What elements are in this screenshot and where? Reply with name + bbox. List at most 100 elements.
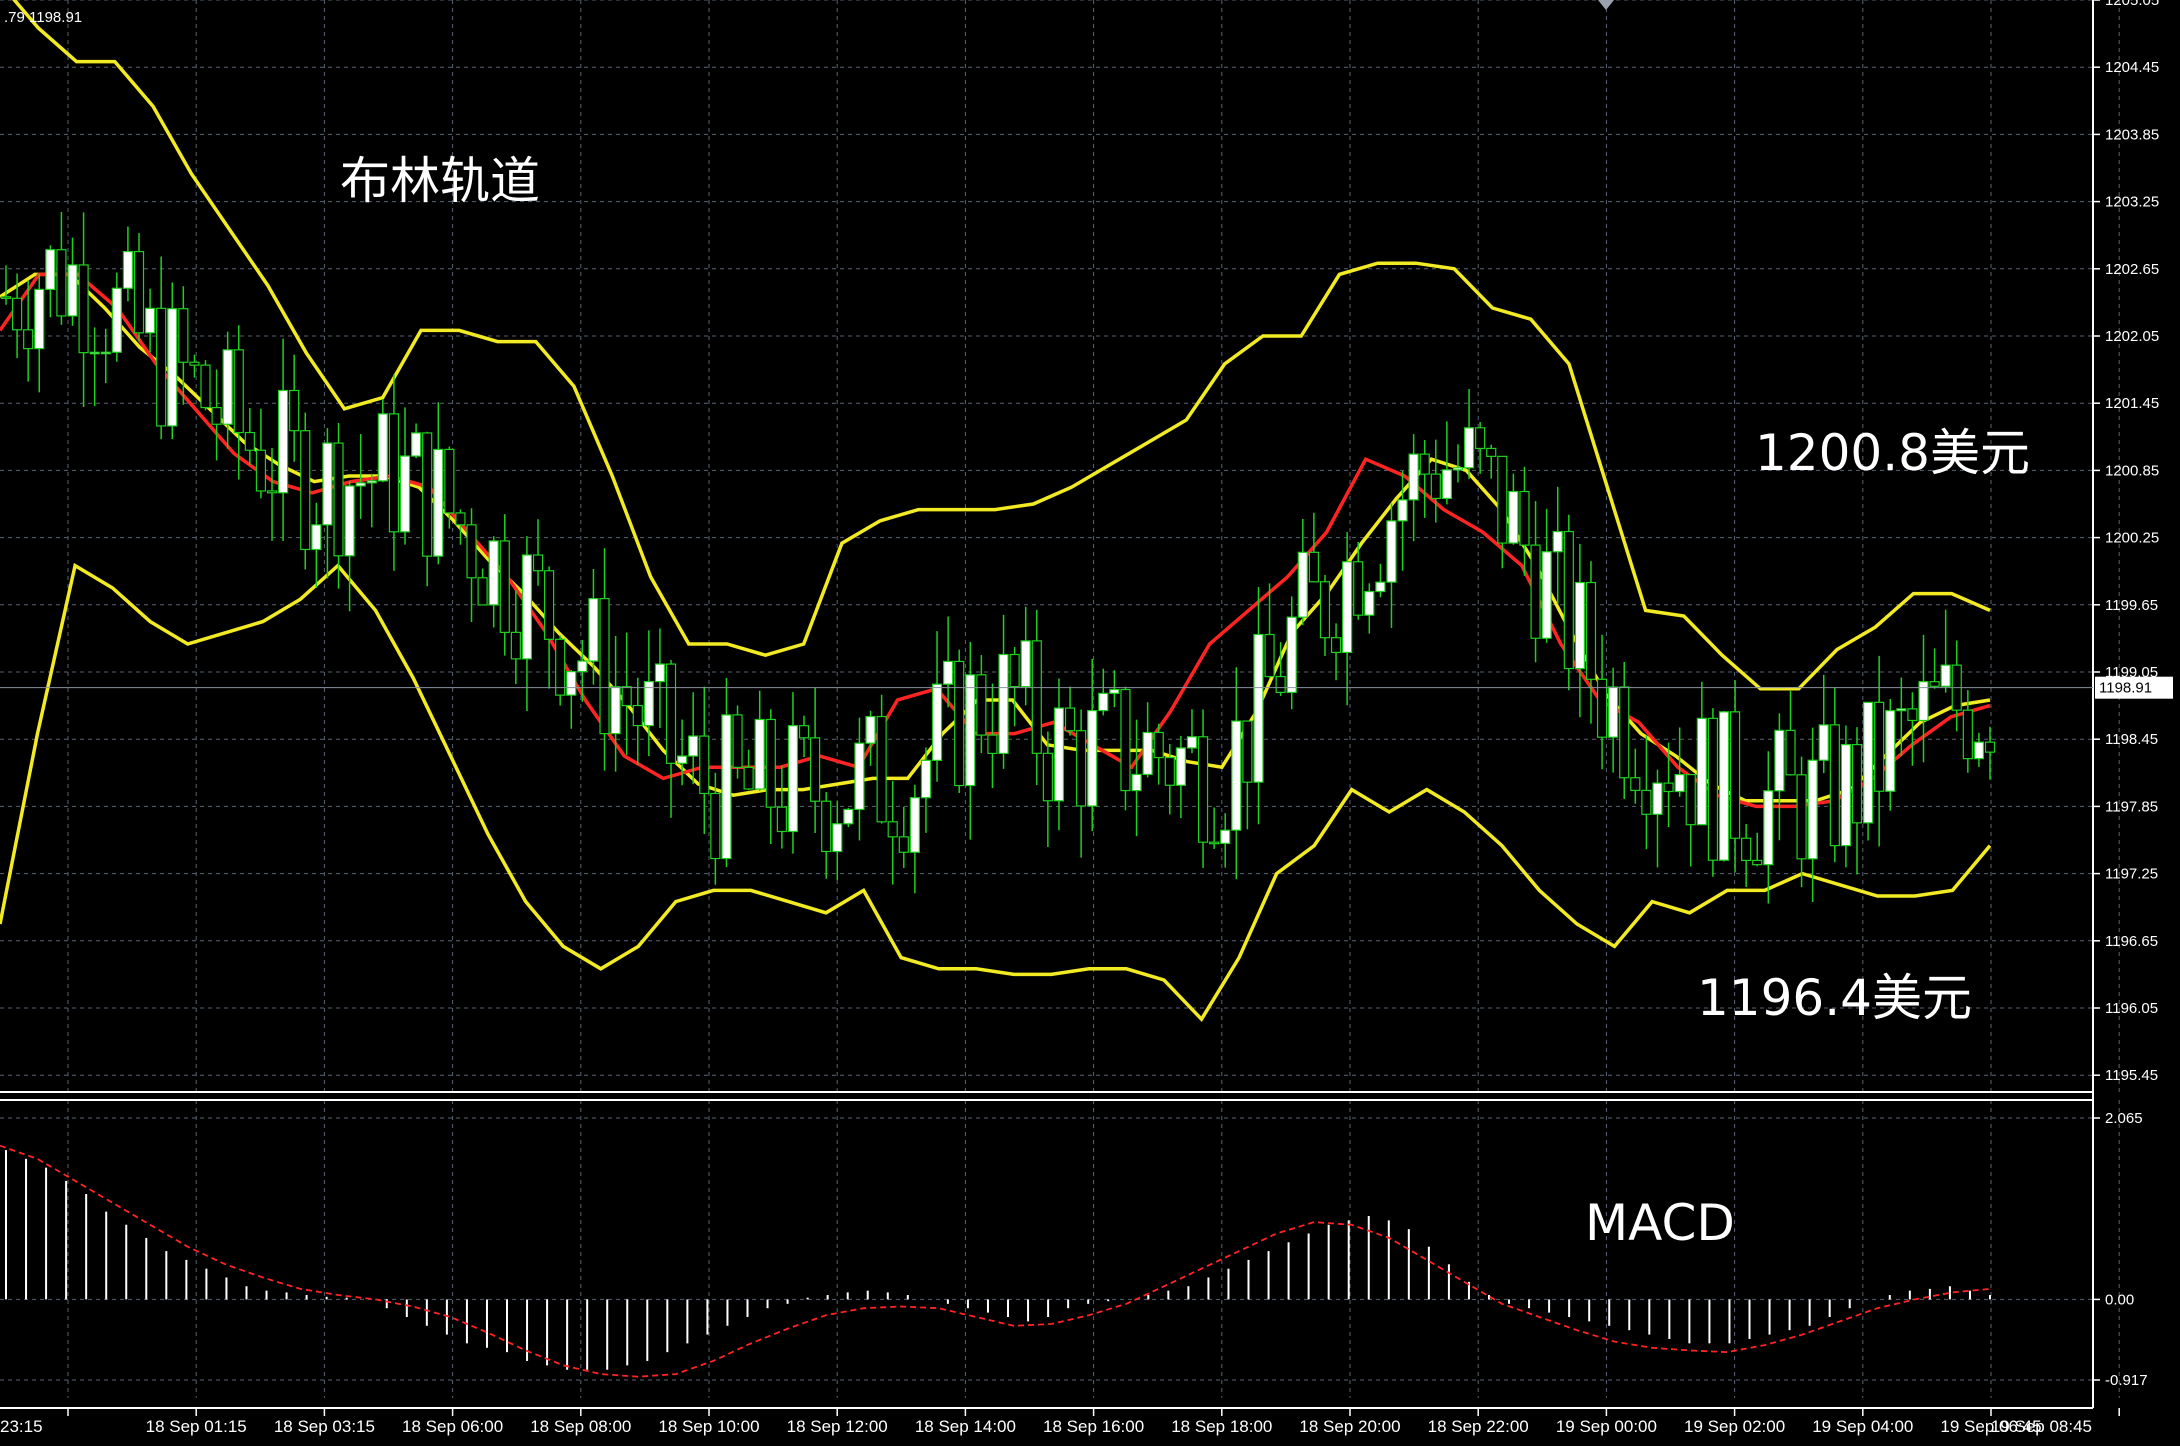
candle-body bbox=[532, 554, 544, 572]
candle-body bbox=[1076, 730, 1087, 807]
candle-body bbox=[1885, 710, 1896, 792]
candle-body bbox=[521, 554, 533, 660]
candle-body bbox=[743, 766, 754, 790]
candle-body bbox=[1087, 709, 1098, 807]
time-label: 19 Sep 02:00 bbox=[1684, 1417, 1785, 1436]
candle-body bbox=[1962, 709, 1973, 760]
candle-body bbox=[1308, 551, 1319, 583]
time-label: 18 Sep 22:00 bbox=[1428, 1417, 1529, 1436]
candle-body bbox=[965, 674, 976, 787]
candle-body bbox=[1984, 741, 1996, 753]
candle-body bbox=[1031, 640, 1042, 754]
candle-body bbox=[1674, 773, 1685, 793]
candle-body bbox=[1530, 544, 1541, 639]
candle-body bbox=[1098, 692, 1109, 712]
candle-body bbox=[1375, 581, 1386, 593]
candle-body bbox=[1497, 455, 1508, 544]
price-label: 1201.45 bbox=[2105, 395, 2159, 412]
candle-body bbox=[355, 482, 366, 487]
candle-body bbox=[1874, 701, 1885, 792]
candle-body bbox=[488, 540, 499, 606]
candle-body bbox=[444, 448, 455, 514]
candle-body bbox=[1220, 829, 1231, 844]
candle-body bbox=[1164, 756, 1175, 786]
candle-body bbox=[122, 250, 134, 289]
candle-body bbox=[677, 755, 688, 764]
price-label: 1200.85 bbox=[2105, 462, 2159, 479]
candle-body bbox=[1752, 859, 1763, 866]
candle-body bbox=[588, 597, 599, 662]
candle-body bbox=[133, 250, 145, 334]
candle-body bbox=[1707, 717, 1719, 861]
time-label: 18 Sep 08:00 bbox=[530, 1417, 631, 1436]
candle-body bbox=[1319, 581, 1331, 639]
candle-body bbox=[1142, 731, 1153, 776]
candle-body bbox=[1519, 490, 1530, 546]
candle-body bbox=[1729, 711, 1741, 839]
price-label: 1199.65 bbox=[2105, 597, 2158, 614]
candle-body bbox=[1907, 708, 1918, 722]
candle-body bbox=[699, 735, 710, 795]
candle-body bbox=[455, 512, 466, 526]
candle-body bbox=[843, 808, 854, 825]
candle-body bbox=[821, 800, 832, 853]
candle-body bbox=[610, 686, 621, 735]
candle-body bbox=[998, 653, 1009, 755]
candle-body bbox=[665, 663, 677, 764]
candle-body bbox=[156, 307, 167, 427]
candle-body bbox=[1541, 551, 1552, 639]
candle-body bbox=[200, 364, 211, 409]
candle-body bbox=[300, 430, 311, 551]
candle-body bbox=[887, 821, 898, 838]
macd-indicator bbox=[0, 1144, 1991, 1378]
candle-body bbox=[377, 413, 388, 482]
candle-body bbox=[1053, 707, 1065, 802]
candle-body bbox=[654, 663, 666, 683]
candle-body bbox=[399, 455, 411, 533]
candle-body bbox=[78, 264, 89, 354]
candle-body bbox=[1397, 499, 1408, 522]
candle-body bbox=[1973, 741, 1985, 760]
time-label: 18 Sep 14:00 bbox=[915, 1417, 1016, 1436]
candle-body bbox=[898, 836, 909, 853]
candle-body bbox=[1253, 633, 1264, 783]
time-label: 18 Sep 18:00 bbox=[1171, 1417, 1272, 1436]
candle-body bbox=[721, 714, 732, 860]
candle-body bbox=[344, 485, 355, 557]
macd-axis-label: 2.065 bbox=[2105, 1110, 2143, 1127]
candle-body bbox=[1441, 469, 1452, 500]
candle-body bbox=[233, 349, 244, 434]
upper-band-line bbox=[12, 0, 1991, 691]
candle-body bbox=[1840, 743, 1852, 847]
candle-body bbox=[1652, 782, 1663, 815]
candle-body bbox=[1940, 664, 1951, 687]
candle-body bbox=[1929, 681, 1940, 687]
candle-body bbox=[1120, 688, 1131, 792]
price-label: 1202.05 bbox=[2105, 328, 2159, 345]
candle-body bbox=[555, 638, 566, 696]
candle-body bbox=[1608, 686, 1619, 738]
candle-body bbox=[222, 349, 233, 425]
candle-body bbox=[943, 660, 954, 685]
candle-body bbox=[466, 524, 477, 579]
candle-body bbox=[876, 715, 887, 823]
time-label: 18 Sep 06:00 bbox=[402, 1417, 503, 1436]
candle-body bbox=[0, 296, 12, 299]
candle-body bbox=[1574, 581, 1585, 670]
price-label: 1196.05 bbox=[2105, 1000, 2158, 1017]
candle-body bbox=[1763, 790, 1774, 866]
candle-body bbox=[599, 597, 610, 735]
candle-body bbox=[931, 683, 943, 761]
candle-body bbox=[865, 715, 876, 744]
candle-body bbox=[1452, 467, 1464, 471]
current-price-value: 1198.91 bbox=[2099, 680, 2152, 697]
candle-body bbox=[422, 432, 433, 557]
price-label: 1200.25 bbox=[2105, 530, 2159, 547]
candle-body bbox=[1896, 708, 1907, 712]
lower-target-label: 1196.4美元 bbox=[1697, 969, 1972, 1027]
candle-body bbox=[411, 432, 422, 457]
price-label: 1198.45 bbox=[2105, 731, 2158, 748]
candle-body bbox=[1463, 427, 1475, 469]
candle-body bbox=[499, 540, 510, 633]
candle-body bbox=[1430, 473, 1441, 500]
